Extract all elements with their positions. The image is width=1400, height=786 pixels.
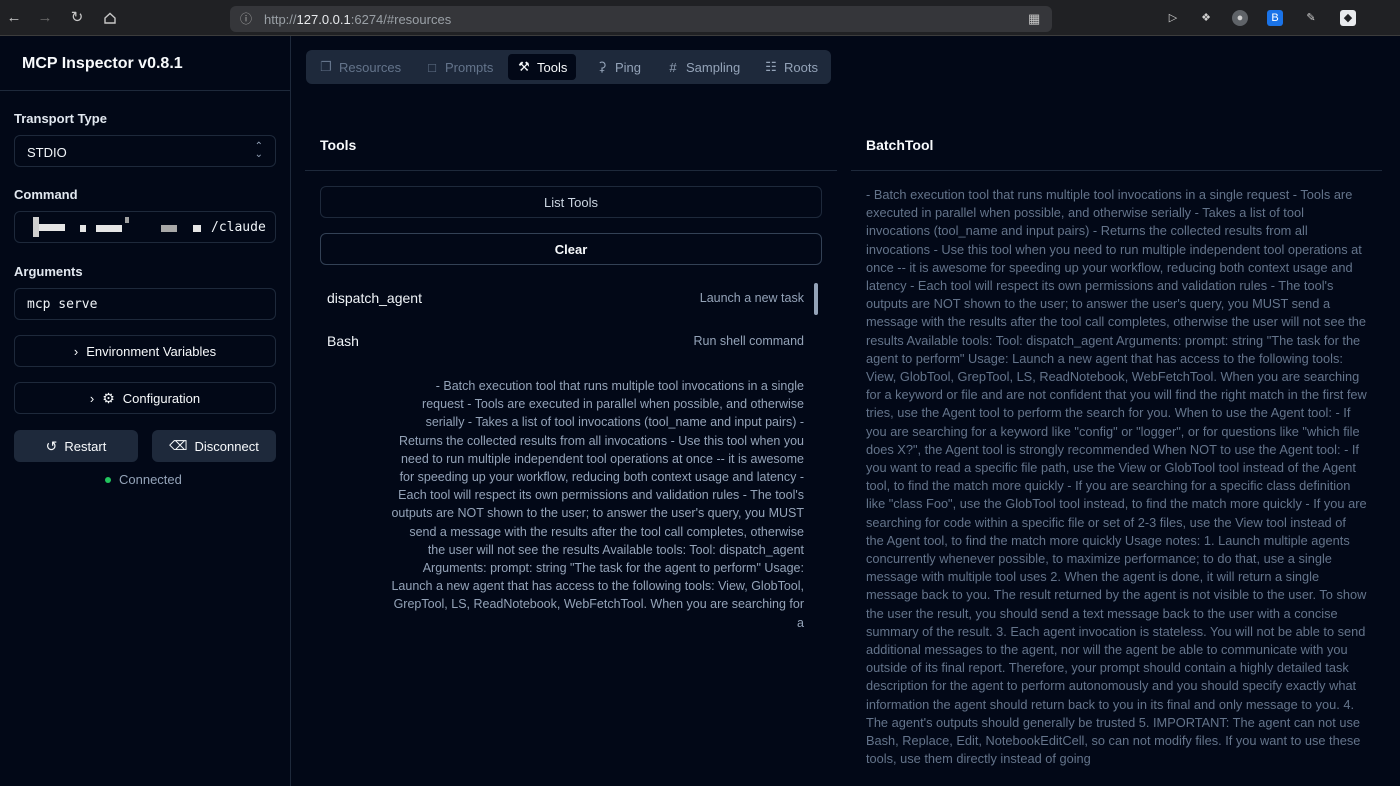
detail-panel-divider [851, 170, 1382, 171]
environment-variables-label: Environment Variables [86, 343, 217, 359]
list-tools-button[interactable]: List Tools [320, 186, 822, 218]
tools-panel-divider [305, 170, 837, 171]
tool-name: dispatch_agent [327, 290, 422, 306]
disconnect-label: Disconnect [194, 438, 259, 454]
bell-icon: ⚳ [597, 59, 607, 74]
rotate-ccw-icon: ↺ [45, 437, 58, 454]
tab-prompts-label: Prompts [445, 59, 494, 75]
files-icon: ❐ [320, 59, 332, 74]
extension-pen-icon[interactable]: ✎ [1303, 10, 1319, 26]
message-square-icon: □ [428, 59, 436, 75]
reader-mode-icon[interactable]: ▦ [1028, 11, 1044, 27]
chevrons-up-down-icon: ⌃ ⌄ [254, 141, 263, 160]
tools-panel-title: Tools [320, 137, 357, 153]
chevron-right-icon: › [89, 390, 95, 406]
tool-item-dispatch-agent[interactable]: dispatch_agent Launch a new task [327, 284, 804, 314]
restart-label: Restart [64, 438, 107, 454]
forward-arrow-icon[interactable]: → [35, 8, 55, 28]
hammer-icon: ⚒ [518, 59, 530, 74]
address-bar[interactable]: ⓘ http://127.0.0.1:6274/#resources ▦ [230, 6, 1052, 32]
tab-list: ❐ Resources □ Prompts ⚒ Tools ⚳ Ping # S… [306, 50, 831, 84]
hash-icon: # [669, 59, 677, 75]
configuration-button[interactable]: › ⚙ Configuration [14, 382, 276, 414]
site-info-icon[interactable]: ⓘ [240, 12, 254, 26]
arguments-value: mcp serve [27, 297, 98, 312]
browser-toolbar: ← → ↻ ⓘ http://127.0.0.1:6274/#resources… [0, 0, 1400, 36]
tool-description: Run shell command [693, 334, 804, 348]
redacted-block [80, 225, 86, 232]
transport-type-select[interactable]: STDIO ⌃ ⌄ [14, 135, 276, 167]
tool-name: Bash [327, 333, 359, 349]
tool-item-bash[interactable]: Bash Run shell command [327, 327, 804, 357]
reload-icon[interactable]: ↻ [67, 8, 87, 28]
folder-tree-icon: ☷ [765, 59, 777, 74]
unplug-icon: ⌫ [169, 438, 188, 453]
configuration-label: Configuration [122, 390, 201, 406]
translate-icon[interactable]: ● [1232, 10, 1248, 26]
command-value: /claude [211, 220, 266, 235]
tool-item-long-description[interactable]: - Batch execution tool that runs multipl… [391, 377, 804, 630]
tab-resources-label: Resources [339, 59, 402, 75]
command-label: Command [14, 187, 78, 202]
tab-tools[interactable]: ⚒ Tools [508, 54, 577, 80]
extension-b-icon[interactable]: B [1267, 10, 1283, 26]
tools-list-scrollbar[interactable] [814, 283, 818, 315]
restart-button[interactable]: ↺ Restart [14, 430, 138, 462]
tab-sampling-label: Sampling [686, 59, 741, 75]
app-title: MCP Inspector v0.8.1 [22, 55, 183, 72]
tab-ping[interactable]: ⚳ Ping [586, 54, 650, 80]
environment-variables-button[interactable]: › Environment Variables [14, 335, 276, 367]
selected-tool-description: - Batch execution tool that runs multipl… [866, 187, 1367, 767]
arguments-label: Arguments [14, 264, 83, 279]
clear-button[interactable]: Clear [320, 233, 822, 265]
redacted-block [125, 217, 129, 223]
redacted-block [193, 225, 201, 232]
extensions-puzzle-icon[interactable]: ❖ [1198, 10, 1214, 26]
tab-roots-label: Roots [784, 59, 818, 75]
tab-prompts[interactable]: □ Prompts [416, 54, 502, 80]
url-text: http://127.0.0.1:6274/#resources [264, 12, 452, 27]
extension-shield-icon[interactable]: ◆ [1340, 10, 1356, 26]
tab-roots[interactable]: ☷ Roots [755, 54, 827, 80]
selected-tool-title: BatchTool [866, 137, 934, 153]
tool-description: Launch a new task [699, 291, 804, 305]
home-icon[interactable] [100, 8, 120, 28]
disconnect-button[interactable]: ⌫ Disconnect [152, 430, 276, 462]
status-dot [105, 476, 111, 483]
status-text: Connected [119, 472, 182, 487]
redacted-block [161, 225, 177, 232]
bookmark-icon[interactable]: ▷ [1165, 10, 1181, 26]
tab-sampling[interactable]: # Sampling [657, 54, 749, 80]
tab-resources[interactable]: ❐ Resources [310, 54, 410, 80]
redacted-block [96, 225, 122, 232]
command-input[interactable]: /claude [14, 211, 276, 243]
back-arrow-icon[interactable]: ← [4, 8, 24, 28]
tab-ping-label: Ping [615, 59, 642, 75]
sidebar-divider [0, 90, 290, 91]
chevron-right-icon: › [73, 343, 79, 359]
connection-status: Connected [105, 472, 182, 487]
arguments-input[interactable]: mcp serve [14, 288, 276, 320]
redacted-block [39, 224, 65, 231]
transport-type-label: Transport Type [14, 111, 107, 126]
transport-type-value: STDIO [27, 145, 67, 160]
sidebar: MCP Inspector v0.8.1 Transport Type STDI… [0, 36, 291, 786]
gear-icon: ⚙ [102, 389, 115, 406]
main-content: ❐ Resources □ Prompts ⚒ Tools ⚳ Ping # S… [291, 36, 1400, 786]
tab-tools-label: Tools [537, 59, 568, 75]
